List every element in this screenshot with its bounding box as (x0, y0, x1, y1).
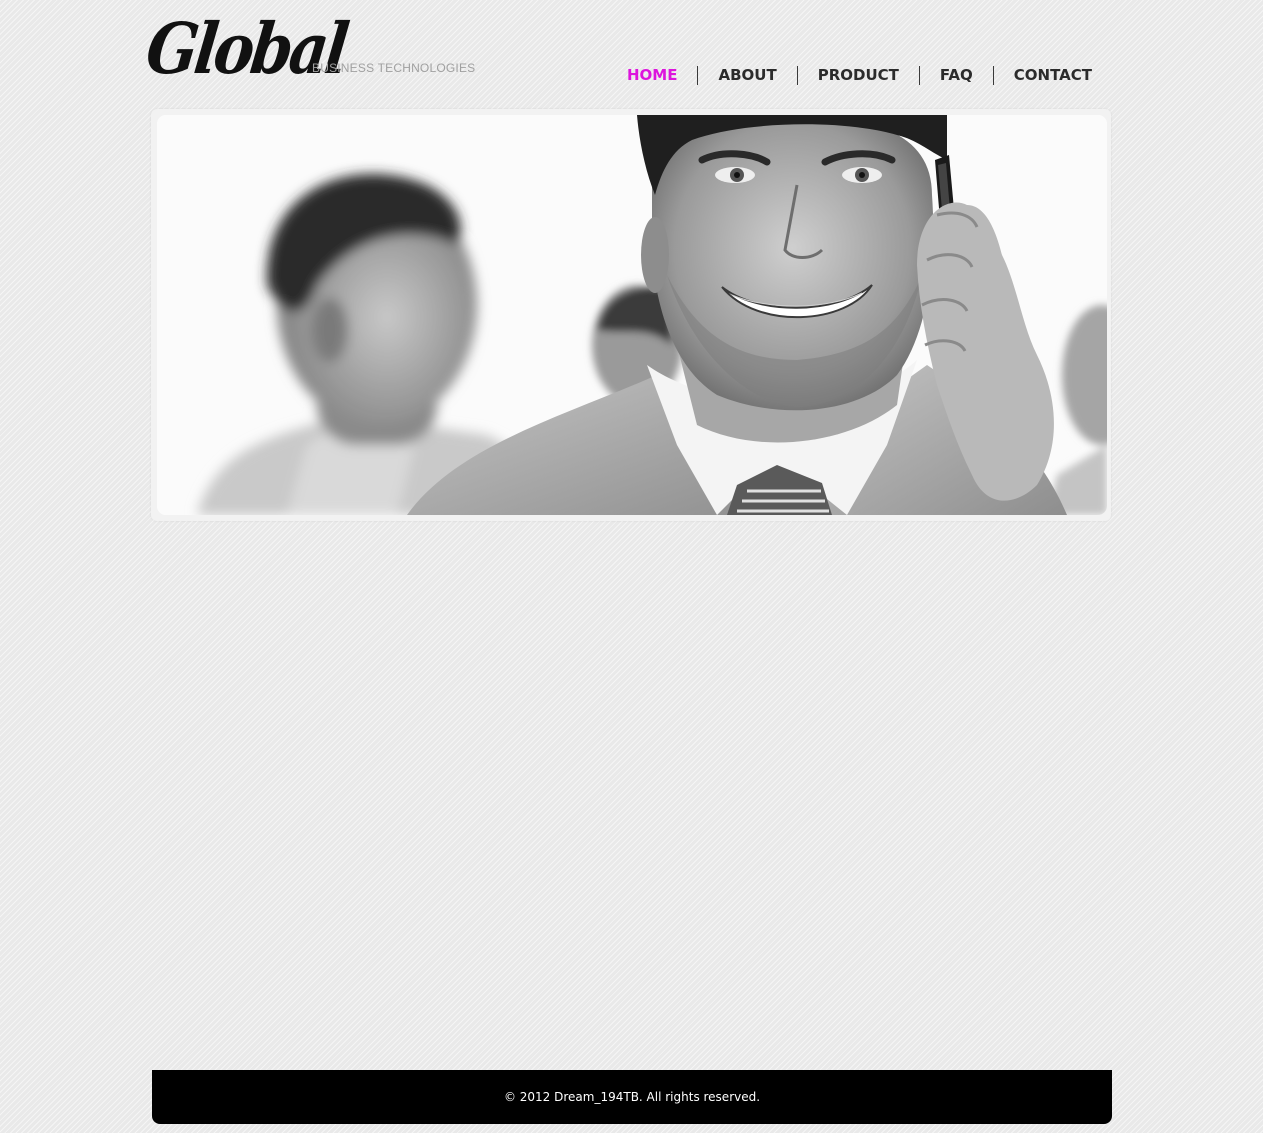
site-logo[interactable]: Global BUSINESS TECHNOLOGIES (142, 7, 482, 90)
logo-wordmark: Global (142, 7, 350, 90)
hero-banner-frame (151, 109, 1111, 521)
site-footer: © 2012 Dream_194TB. All rights reserved. (152, 1070, 1112, 1124)
main-nav: HOME ABOUT PRODUCT FAQ CONTACT (607, 65, 1112, 85)
nav-item-faq[interactable]: FAQ (920, 65, 993, 85)
nav-item-about[interactable]: ABOUT (698, 65, 796, 85)
logo-tagline: BUSINESS TECHNOLOGIES (312, 61, 476, 75)
nav-item-product[interactable]: PRODUCT (798, 65, 919, 85)
footer-copyright: © 2012 Dream_194TB. All rights reserved. (503, 1090, 761, 1104)
hero-banner-image (157, 115, 1107, 515)
nav-item-contact[interactable]: CONTACT (994, 65, 1112, 85)
nav-item-home[interactable]: HOME (607, 65, 697, 85)
